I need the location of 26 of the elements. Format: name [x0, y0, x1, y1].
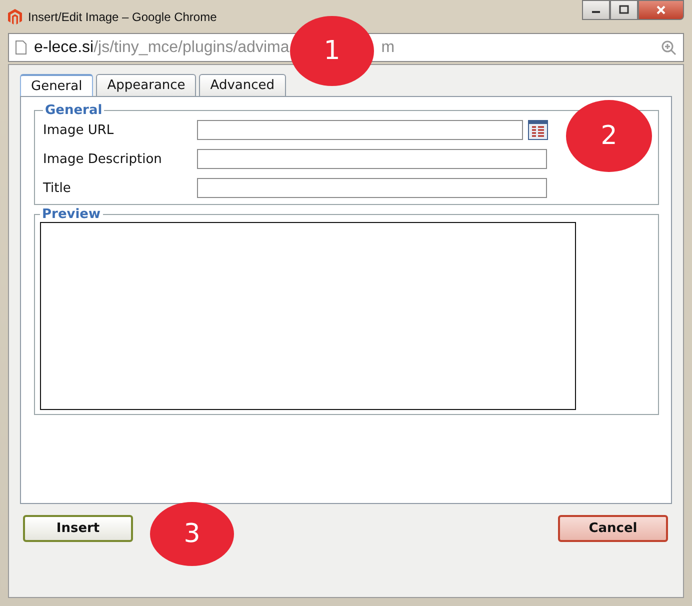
tab[interactable]: Advanced: [199, 74, 286, 96]
maximize-button[interactable]: [610, 0, 638, 20]
browse-icon[interactable]: [528, 120, 548, 140]
field-label: Image Description: [43, 152, 163, 166]
input-field[interactable]: [197, 149, 547, 169]
field-label: Title: [43, 180, 72, 196]
close-icon: [656, 5, 666, 15]
maximize-icon: [619, 5, 629, 15]
zoom-icon[interactable]: [661, 40, 677, 56]
group-legend: General: [43, 103, 104, 118]
field-label: Image URL: [43, 122, 115, 138]
tab[interactable]: Appearance: [96, 74, 196, 96]
tab[interactable]: General: [20, 74, 94, 96]
group-legend: Preview: [40, 207, 103, 222]
cancel-button[interactable]: Cancel: [558, 515, 668, 542]
window-title: Insert/Edit Image – Google Chrome: [28, 10, 218, 24]
input-field[interactable]: [197, 120, 523, 140]
url-path: /js/tiny_mce/plugins/advima: [94, 38, 290, 56]
page-icon: [15, 40, 27, 55]
url-path-end: m: [381, 38, 395, 56]
input-field[interactable]: [197, 178, 547, 198]
close-button[interactable]: [638, 0, 684, 20]
app-icon: [8, 8, 22, 24]
minimize-button[interactable]: [582, 0, 610, 20]
url-domain: e-lece.si: [34, 38, 94, 56]
insert-button[interactable]: Insert: [23, 515, 133, 542]
